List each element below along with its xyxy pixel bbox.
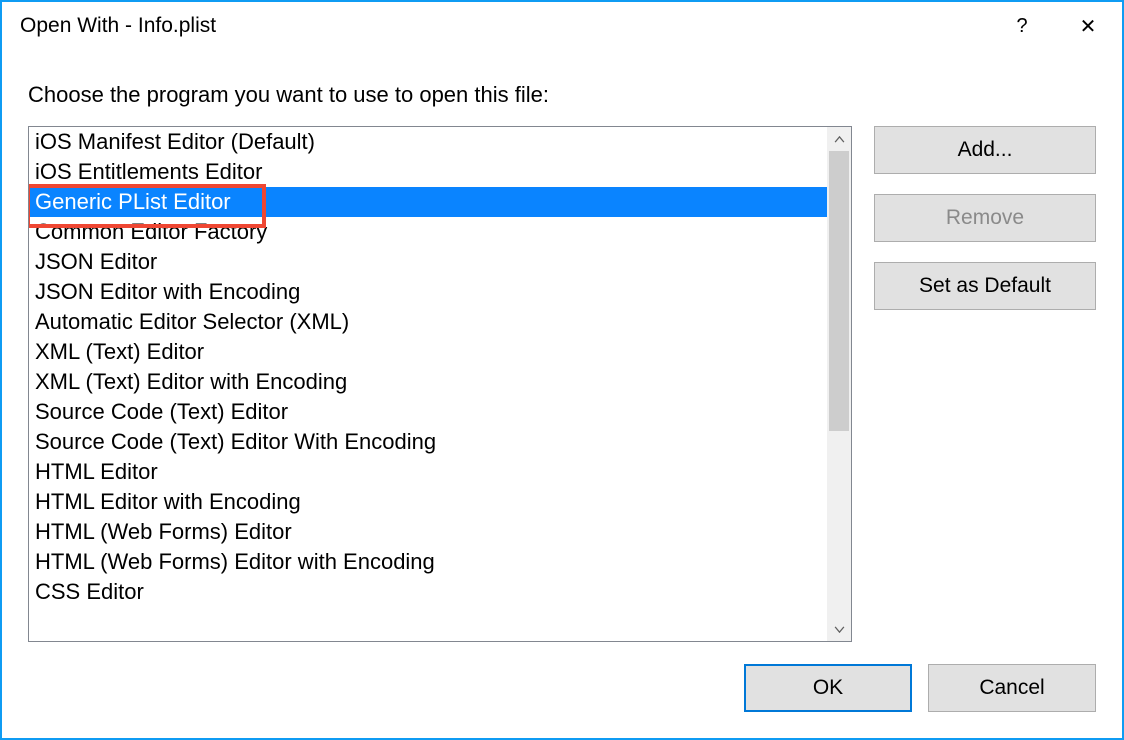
help-icon[interactable]: ? bbox=[990, 2, 1054, 50]
list-item[interactable]: HTML (Web Forms) Editor bbox=[29, 517, 827, 547]
list-inner: iOS Manifest Editor (Default)iOS Entitle… bbox=[29, 127, 827, 641]
scroll-down-icon[interactable] bbox=[827, 617, 851, 641]
set-default-button[interactable]: Set as Default bbox=[874, 262, 1096, 310]
program-list[interactable]: iOS Manifest Editor (Default)iOS Entitle… bbox=[28, 126, 852, 642]
scrollbar-track[interactable] bbox=[827, 151, 851, 617]
cancel-button[interactable]: Cancel bbox=[928, 664, 1096, 712]
list-item[interactable]: HTML (Web Forms) Editor with Encoding bbox=[29, 547, 827, 577]
list-item[interactable]: iOS Entitlements Editor bbox=[29, 157, 827, 187]
list-item[interactable]: Source Code (Text) Editor bbox=[29, 397, 827, 427]
list-item[interactable]: HTML Editor with Encoding bbox=[29, 487, 827, 517]
side-button-column: Add... Remove Set as Default bbox=[874, 126, 1096, 642]
list-item[interactable]: Source Code (Text) Editor With Encoding bbox=[29, 427, 827, 457]
main-row: iOS Manifest Editor (Default)iOS Entitle… bbox=[28, 126, 1096, 642]
list-item[interactable]: JSON Editor with Encoding bbox=[29, 277, 827, 307]
add-button[interactable]: Add... bbox=[874, 126, 1096, 174]
scrollbar[interactable] bbox=[827, 127, 851, 641]
list-item[interactable]: Generic PList Editor bbox=[29, 187, 827, 217]
dialog-footer: OK Cancel bbox=[2, 642, 1122, 738]
list-item[interactable]: XML (Text) Editor with Encoding bbox=[29, 367, 827, 397]
titlebar-buttons: ? ✕ bbox=[990, 2, 1122, 50]
list-item[interactable]: JSON Editor bbox=[29, 247, 827, 277]
ok-button[interactable]: OK bbox=[744, 664, 912, 712]
scroll-up-icon[interactable] bbox=[827, 127, 851, 151]
dialog-content: Choose the program you want to use to op… bbox=[2, 50, 1122, 642]
list-item[interactable]: HTML Editor bbox=[29, 457, 827, 487]
list-item[interactable]: iOS Manifest Editor (Default) bbox=[29, 127, 827, 157]
list-item[interactable]: Common Editor Factory bbox=[29, 217, 827, 247]
titlebar: Open With - Info.plist ? ✕ bbox=[2, 2, 1122, 50]
list-item[interactable]: CSS Editor bbox=[29, 577, 827, 607]
list-item[interactable]: XML (Text) Editor bbox=[29, 337, 827, 367]
list-item[interactable]: Automatic Editor Selector (XML) bbox=[29, 307, 827, 337]
open-with-dialog: Open With - Info.plist ? ✕ Choose the pr… bbox=[0, 0, 1124, 740]
scrollbar-thumb[interactable] bbox=[829, 151, 849, 431]
prompt-label: Choose the program you want to use to op… bbox=[28, 82, 1096, 108]
dialog-title: Open With - Info.plist bbox=[20, 14, 990, 38]
remove-button: Remove bbox=[874, 194, 1096, 242]
close-icon[interactable]: ✕ bbox=[1054, 2, 1122, 50]
